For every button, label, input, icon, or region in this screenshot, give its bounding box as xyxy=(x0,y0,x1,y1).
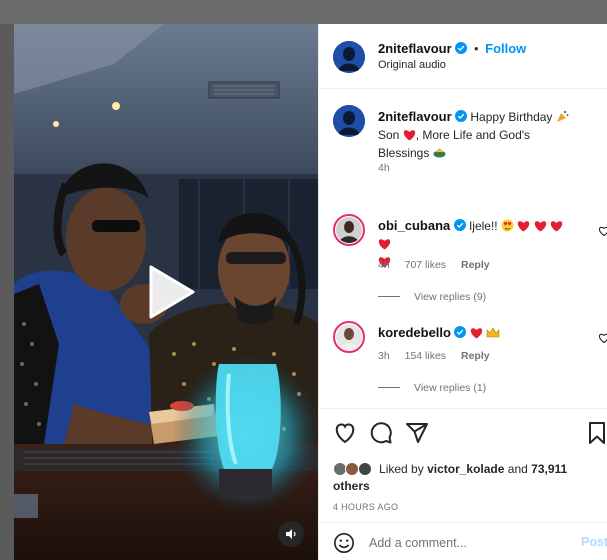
add-comment-bar: Post xyxy=(319,522,607,560)
red-heart-emoji xyxy=(378,238,391,254)
view-replies-label: View replies (1) xyxy=(414,382,487,394)
post-actions: Liked by victor_kolade and 73,911 others… xyxy=(319,408,607,560)
caption-text: 2niteflavour Happy Birthday Son , More L… xyxy=(378,109,578,163)
comment-icon[interactable] xyxy=(369,421,393,445)
replies-divider xyxy=(378,296,400,297)
play-icon xyxy=(149,265,195,319)
likes-others[interactable]: others xyxy=(333,479,370,493)
view-replies-button[interactable]: View replies (1) xyxy=(378,382,486,394)
author-avatar-image xyxy=(333,41,365,73)
comment-text: koredebello xyxy=(378,325,578,343)
liker-avatar xyxy=(357,462,372,476)
emoji-icon[interactable] xyxy=(333,532,355,554)
red-heart-emoji xyxy=(517,220,530,236)
caption-avatar-image xyxy=(333,105,365,137)
comment-meta: 3h 154 likes Reply xyxy=(378,350,502,362)
caption-time[interactable]: 4h xyxy=(378,162,390,174)
separator-dot: • xyxy=(473,41,479,56)
celebration-emoji xyxy=(433,147,446,163)
audio-label[interactable]: Original audio xyxy=(378,59,446,71)
post-comment-button[interactable]: Post xyxy=(581,535,607,549)
bookmark-icon[interactable] xyxy=(585,421,607,445)
comment-username[interactable]: obi_cubana xyxy=(378,218,450,233)
author-avatar[interactable] xyxy=(333,41,365,73)
comments-list[interactable]: 2niteflavour Happy Birthday Son , More L… xyxy=(319,90,607,408)
comment-time[interactable]: 3h xyxy=(378,350,390,362)
likes-summary[interactable]: Liked by victor_kolade and 73,911 others xyxy=(333,461,567,495)
red-heart-emoji xyxy=(534,220,547,236)
likes-count[interactable]: 73,911 xyxy=(531,462,567,476)
reply-button[interactable]: Reply xyxy=(461,350,490,362)
follow-button[interactable]: Follow xyxy=(485,41,526,56)
commenter-avatar[interactable] xyxy=(333,214,365,246)
volume-icon xyxy=(286,529,296,539)
share-icon[interactable] xyxy=(405,421,429,445)
replies-divider xyxy=(378,387,400,388)
view-replies-label: View replies (9) xyxy=(414,291,487,303)
caption-text-2: Son xyxy=(378,128,403,142)
heart-eyes-emoji xyxy=(501,219,514,236)
liked-by-prefix: Liked by xyxy=(379,462,428,476)
video-player[interactable] xyxy=(14,24,318,560)
red-heart-emoji xyxy=(403,129,416,145)
commenter-avatar-image xyxy=(336,324,362,350)
heart-icon[interactable] xyxy=(333,421,357,445)
red-heart-emoji xyxy=(550,220,563,236)
caption-username[interactable]: 2niteflavour xyxy=(378,109,452,124)
post-modal: 2niteflavour • Follow Original audio 2ni… xyxy=(14,24,607,560)
mute-toggle-button[interactable] xyxy=(278,521,304,547)
like-comment-heart-icon[interactable] xyxy=(598,332,607,344)
comment-username[interactable]: koredebello xyxy=(378,325,451,340)
verified-badge-icon xyxy=(455,42,468,54)
verified-badge-icon xyxy=(454,326,467,338)
comment-time[interactable]: 4h xyxy=(378,259,390,271)
crown-emoji xyxy=(486,327,500,343)
reply-button[interactable]: Reply xyxy=(461,259,490,271)
view-replies-button[interactable]: View replies (9) xyxy=(378,291,486,303)
commenter-avatar-image xyxy=(336,217,362,243)
caption-author-avatar[interactable] xyxy=(333,105,365,137)
author-line: 2niteflavour • Follow xyxy=(378,41,526,56)
post-timestamp[interactable]: 4 HOURS AGO xyxy=(333,502,398,512)
red-heart-emoji xyxy=(470,327,483,343)
comment-input[interactable] xyxy=(369,532,569,554)
verified-badge-icon xyxy=(455,110,468,122)
liked-by-user[interactable]: victor_kolade xyxy=(427,462,504,476)
liked-by-and: and xyxy=(504,462,532,476)
play-button[interactable] xyxy=(137,261,199,323)
post-header: 2niteflavour • Follow Original audio xyxy=(319,24,607,89)
caption-text-1: Happy Birthday xyxy=(470,110,556,124)
post-details-panel: 2niteflavour • Follow Original audio 2ni… xyxy=(318,24,607,560)
comment-likes[interactable]: 154 likes xyxy=(405,350,446,362)
comment-body: Ijele!! xyxy=(468,219,498,233)
caption-meta: 4h xyxy=(378,162,402,174)
like-comment-heart-icon[interactable] xyxy=(598,225,607,237)
commenter-avatar[interactable] xyxy=(333,321,365,353)
verified-badge-icon xyxy=(453,219,466,231)
author-username[interactable]: 2niteflavour xyxy=(378,41,452,56)
party-popper-emoji xyxy=(556,110,569,127)
comment-likes[interactable]: 707 likes xyxy=(405,259,446,271)
comment-meta: 4h 707 likes Reply xyxy=(378,259,502,271)
browser-backdrop xyxy=(0,0,607,24)
